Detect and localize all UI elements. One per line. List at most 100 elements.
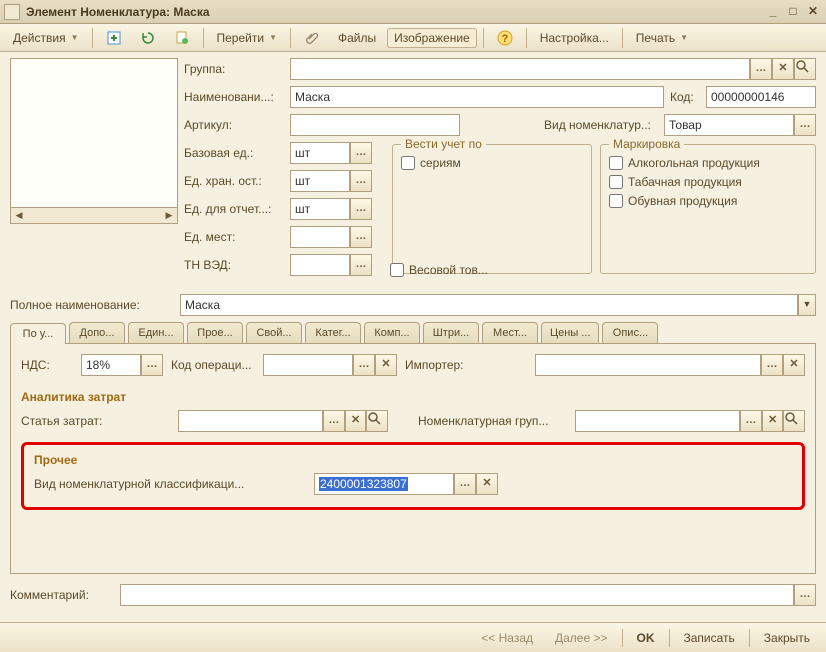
cost-analytics-header: Аналитика затрат [21, 390, 805, 404]
add-button[interactable] [99, 27, 129, 49]
settings-button[interactable]: Настройка... [533, 28, 616, 48]
comment-select[interactable]: … [794, 584, 816, 606]
nom-class-select[interactable]: … [454, 473, 476, 495]
nom-group-search[interactable] [783, 410, 805, 432]
toolbar-sep [483, 28, 484, 48]
tobacco-checkbox[interactable] [609, 175, 623, 189]
op-code-field[interactable] [263, 354, 353, 376]
cost-item-select[interactable]: … [323, 410, 345, 432]
other-header: Прочее [34, 453, 792, 467]
tab-additional[interactable]: Допо... [69, 322, 125, 343]
article-field[interactable] [290, 114, 460, 136]
report-unit-label: Ед. для отчет...: [184, 202, 290, 216]
place-unit-select[interactable]: … [350, 226, 372, 248]
name-field[interactable] [290, 86, 664, 108]
app-icon [4, 4, 20, 20]
group-select-button[interactable]: … [750, 58, 772, 80]
tab-places[interactable]: Мест... [482, 322, 538, 343]
place-unit-label: Ед. мест: [184, 230, 290, 244]
tab-projects[interactable]: Прое... [187, 322, 243, 343]
image-label: Изображение [394, 31, 470, 45]
cost-item-search[interactable] [366, 410, 388, 432]
search-icon [795, 59, 809, 73]
cost-item-field[interactable] [178, 410, 323, 432]
toolbar-sep [622, 28, 623, 48]
code-label: Код: [670, 90, 706, 104]
print-menu[interactable]: Печать ▼ [629, 28, 695, 48]
tab-barcodes[interactable]: Штри... [423, 322, 479, 343]
close-button[interactable]: Закрыть [756, 628, 818, 648]
minimize-button[interactable]: _ [764, 4, 782, 20]
maximize-button[interactable]: □ [784, 4, 802, 20]
weight-checkbox[interactable] [390, 263, 404, 277]
tab-body: НДС: … Код операци... … ✕ Импортер: … ✕ … [10, 344, 816, 574]
titlebar: Элемент Номенклатура: Маска _ □ ✕ [0, 0, 826, 24]
importer-field[interactable] [535, 354, 761, 376]
store-unit-field[interactable] [290, 170, 350, 192]
next-button[interactable]: Далее >> [547, 628, 616, 648]
report-unit-field[interactable] [290, 198, 350, 220]
importer-select[interactable]: … [761, 354, 783, 376]
print-label: Печать [636, 31, 675, 45]
full-name-field[interactable] [180, 294, 798, 316]
copy-button[interactable] [167, 27, 197, 49]
actions-menu[interactable]: Действия ▼ [6, 28, 86, 48]
group-label: Группа: [184, 62, 290, 76]
alcohol-checkbox[interactable] [609, 156, 623, 170]
scroll-right-icon[interactable]: ▶ [161, 210, 177, 221]
tab-units[interactable]: Един... [128, 322, 184, 343]
refresh-button[interactable] [133, 27, 163, 49]
tab-properties[interactable]: Свой... [246, 322, 302, 343]
tobacco-label: Табачная продукция [628, 175, 742, 189]
image-button[interactable]: Изображение [387, 28, 477, 48]
nom-class-field[interactable]: 2400001323807 [314, 473, 454, 495]
op-code-select[interactable]: … [353, 354, 375, 376]
base-unit-field[interactable] [290, 142, 350, 164]
nom-group-select[interactable]: … [740, 410, 762, 432]
tab-prices[interactable]: Цены ... [541, 322, 599, 343]
tab-default[interactable]: По у... [10, 323, 66, 344]
back-button[interactable]: << Назад [473, 628, 541, 648]
group-field[interactable] [290, 58, 750, 80]
highlighted-other-section: Прочее Вид номенклатурной классификаци..… [21, 442, 805, 510]
files-button[interactable]: Файлы [331, 28, 383, 48]
nom-class-clear[interactable]: ✕ [476, 473, 498, 495]
base-unit-select[interactable]: … [350, 142, 372, 164]
place-unit-field[interactable] [290, 226, 350, 248]
group-clear-button[interactable]: ✕ [772, 58, 794, 80]
nom-group-clear[interactable]: ✕ [762, 410, 784, 432]
full-name-dropdown[interactable]: ▼ [798, 294, 816, 316]
ok-button[interactable]: OK [629, 628, 663, 648]
image-preview[interactable] [10, 58, 178, 208]
store-unit-label: Ед. хран. ост.: [184, 174, 290, 188]
shoes-checkbox[interactable] [609, 194, 623, 208]
bottom-sep [622, 629, 623, 647]
vat-select[interactable]: … [141, 354, 163, 376]
report-unit-select[interactable]: … [350, 198, 372, 220]
help-icon: ? [497, 30, 513, 46]
series-checkbox[interactable] [401, 156, 415, 170]
group-search-button[interactable] [794, 58, 816, 80]
op-code-clear[interactable]: ✕ [375, 354, 397, 376]
code-field[interactable] [706, 86, 816, 108]
help-button[interactable]: ? [490, 27, 520, 49]
nom-type-select-button[interactable]: … [794, 114, 816, 136]
tab-description[interactable]: Опис... [602, 322, 658, 343]
nom-group-field[interactable] [575, 410, 740, 432]
vat-field[interactable] [81, 354, 141, 376]
importer-clear[interactable]: ✕ [783, 354, 805, 376]
weight-label: Весовой тов... [409, 263, 488, 277]
comment-field[interactable] [120, 584, 794, 606]
image-scrollbar[interactable]: ◀ ▶ [10, 208, 178, 224]
save-button[interactable]: Записать [676, 628, 743, 648]
go-menu[interactable]: Перейти ▼ [210, 28, 284, 48]
nom-type-field[interactable] [664, 114, 794, 136]
marking-fieldset: Маркировка Алкогольная продукция Табачна… [600, 144, 816, 274]
close-window-button[interactable]: ✕ [804, 4, 822, 20]
scroll-left-icon[interactable]: ◀ [11, 210, 27, 221]
attach-button[interactable] [297, 27, 327, 49]
tab-components[interactable]: Комп... [364, 322, 420, 343]
cost-item-clear[interactable]: ✕ [345, 410, 367, 432]
store-unit-select[interactable]: … [350, 170, 372, 192]
tab-categories[interactable]: Катег... [305, 322, 361, 343]
